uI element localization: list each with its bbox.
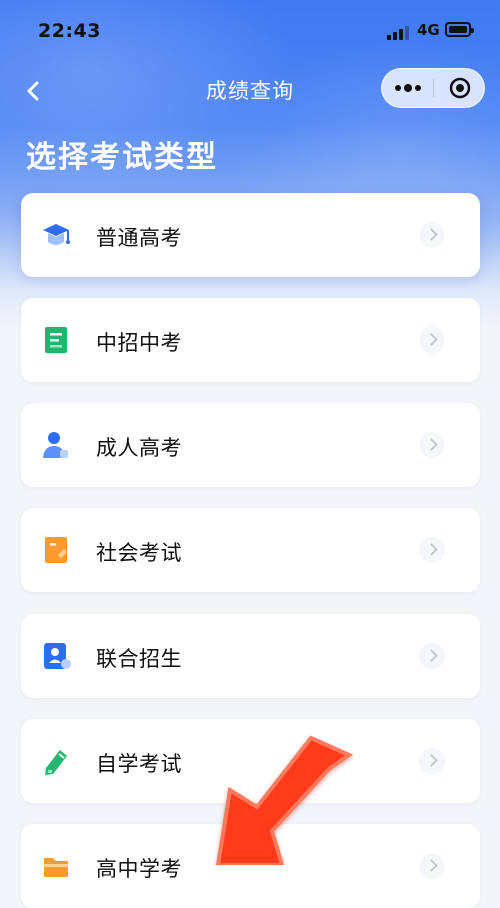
chevron-right-icon	[419, 537, 445, 563]
chevron-right-icon	[419, 748, 445, 774]
orange-folder-icon	[44, 858, 68, 877]
orange-document-icon	[45, 537, 67, 563]
chevron-right-icon	[419, 222, 445, 248]
chevron-right-icon	[419, 643, 445, 669]
exam-type-card-gaokao[interactable]: 普通高考	[21, 193, 480, 277]
exam-type-card-adult-exam[interactable]: 成人高考	[21, 403, 480, 487]
exam-type-label: 联合招生	[96, 647, 182, 671]
exam-type-label: 自学考试	[96, 752, 182, 776]
exam-type-label: 普通高考	[96, 226, 182, 250]
exam-type-label: 中招中考	[96, 331, 182, 355]
exam-type-card-self-study-exam[interactable]: 自学考试	[21, 719, 480, 803]
exam-type-list: 普通高考 中招中考 成人高考 社会考试 联合招生 自学考试 高中学考	[0, 0, 500, 908]
chevron-right-icon	[419, 853, 445, 879]
exam-type-card-social-exam[interactable]: 社会考试	[21, 508, 480, 592]
exam-type-label: 成人高考	[96, 436, 182, 460]
user-card-icon	[44, 643, 71, 669]
chevron-right-icon	[419, 327, 445, 353]
exam-type-card-zhongkao[interactable]: 中招中考	[21, 298, 480, 382]
pen-icon	[45, 750, 67, 775]
exam-type-label: 社会考试	[96, 541, 182, 565]
exam-type-card-high-school-exam[interactable]: 高中学考	[21, 824, 480, 908]
chevron-right-icon	[419, 432, 445, 458]
green-document-icon	[45, 327, 67, 353]
adult-user-icon	[43, 432, 68, 458]
exam-type-card-joint-admission[interactable]: 联合招生	[21, 614, 480, 698]
exam-type-label: 高中学考	[96, 857, 182, 881]
graduation-cap-icon	[43, 224, 70, 245]
